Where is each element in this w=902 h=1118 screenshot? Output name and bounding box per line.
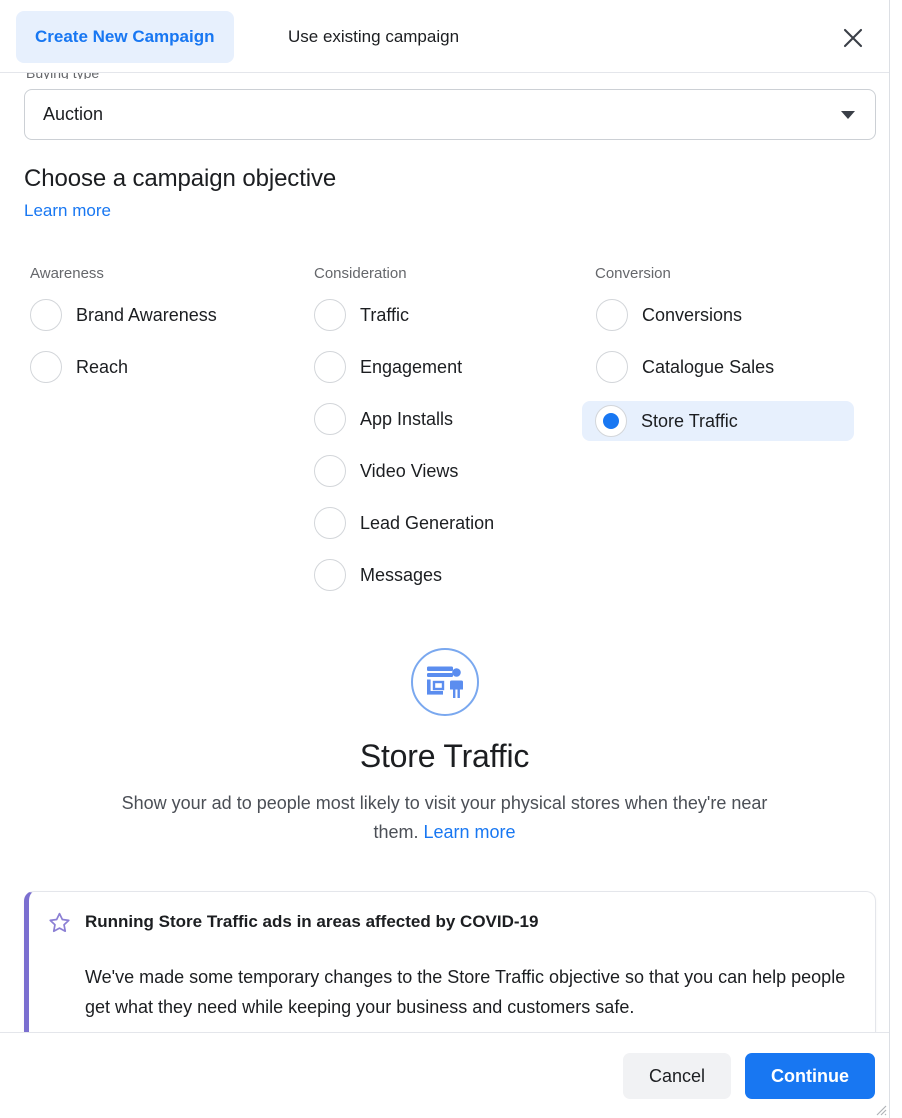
radio-icon	[314, 455, 346, 487]
objective-option-traffic[interactable]: Traffic	[314, 297, 568, 333]
radio-icon	[596, 351, 628, 383]
objective-option-label: Brand Awareness	[76, 304, 217, 325]
objective-option-label: Video Views	[360, 460, 459, 481]
objective-option-lead-generation[interactable]: Lead Generation	[314, 505, 568, 541]
dialog-body: Buying type Auction Choose a campaign ob…	[0, 73, 889, 1032]
objective-option-reach[interactable]: Reach	[30, 349, 284, 385]
close-icon	[843, 28, 863, 48]
objective-preview: Store Traffic Show your ad to people mos…	[0, 648, 889, 847]
create-campaign-dialog: Create New Campaign Use existing campaig…	[0, 0, 890, 1118]
radio-icon	[314, 507, 346, 539]
objective-option-brand-awareness[interactable]: Brand Awareness	[30, 297, 284, 333]
close-button[interactable]	[833, 18, 873, 58]
objective-option-label: Messages	[360, 564, 443, 585]
objective-option-label: Lead Generation	[360, 512, 495, 533]
radio-icon	[596, 299, 628, 331]
objective-learn-more-link[interactable]: Learn more	[24, 201, 111, 221]
covid-notice-title: Running Store Traffic ads in areas affec…	[85, 912, 539, 931]
preview-title: Store Traffic	[359, 738, 530, 774]
objective-column-conversion: Conversion Conversions Catalogue Sales S…	[568, 265, 868, 609]
objective-option-label: Traffic	[360, 304, 410, 325]
column-heading-consideration: Consideration	[314, 265, 407, 282]
objective-option-engagement[interactable]: Engagement	[314, 349, 568, 385]
objective-option-video-views[interactable]: Video Views	[314, 453, 568, 489]
objective-option-store-traffic[interactable]: Store Traffic	[582, 401, 854, 441]
continue-button[interactable]: Continue	[745, 1053, 875, 1099]
objective-option-label: App Installs	[360, 408, 454, 429]
objective-option-messages[interactable]: Messages	[314, 557, 568, 593]
radio-icon	[314, 559, 346, 591]
page-title: Choose a campaign objective	[24, 165, 337, 192]
storefront-person-icon	[426, 666, 463, 698]
tab-create-new-campaign[interactable]: Create New Campaign	[16, 11, 234, 63]
covid-notice-card: Running Store Traffic ads in areas affec…	[24, 891, 876, 1032]
resize-handle-icon[interactable]	[875, 1104, 887, 1116]
radio-icon	[314, 299, 346, 331]
buying-type-label: Buying type	[26, 73, 99, 79]
radio-icon-selected	[595, 405, 627, 437]
preview-description: Show your ad to people most likely to vi…	[115, 789, 775, 847]
objective-columns: Awareness Brand Awareness Reach Consider…	[0, 265, 889, 609]
radio-icon	[30, 351, 62, 383]
radio-icon	[30, 299, 62, 331]
objective-column-consideration: Consideration Traffic Engagement App Ins…	[284, 265, 568, 609]
radio-icon	[314, 403, 346, 435]
column-heading-conversion: Conversion	[595, 265, 671, 282]
screenshot-root: Create New Campaign Use existing campaig…	[0, 0, 902, 1118]
chevron-down-icon	[841, 111, 855, 119]
covid-notice-body: We've made some temporary changes to the…	[85, 967, 846, 1017]
preview-learn-more-link[interactable]: Learn more	[423, 822, 515, 842]
star-outline-icon-wrap	[47, 911, 73, 940]
buying-type-value: Auction	[43, 104, 104, 124]
objective-option-catalogue-sales[interactable]: Catalogue Sales	[582, 349, 868, 385]
storefront-person-icon-circle	[410, 648, 479, 716]
radio-icon	[314, 351, 346, 383]
covid-notice-header: Running Store Traffic ads in areas affec…	[47, 910, 853, 940]
objective-option-conversions[interactable]: Conversions	[582, 297, 868, 333]
objective-option-label: Conversions	[642, 304, 743, 325]
dialog-outside-area	[890, 0, 902, 1118]
objective-option-label: Reach	[76, 356, 129, 377]
dialog-footer: Cancel Continue	[0, 1032, 889, 1118]
objective-option-app-installs[interactable]: App Installs	[314, 401, 568, 437]
cancel-button[interactable]: Cancel	[623, 1053, 731, 1099]
objective-option-label: Store Traffic	[641, 410, 738, 431]
objective-option-label: Engagement	[360, 356, 463, 377]
star-outline-icon	[49, 912, 70, 933]
dialog-tabbar: Create New Campaign Use existing campaig…	[0, 0, 889, 73]
objective-option-label: Catalogue Sales	[642, 356, 775, 377]
buying-type-select[interactable]: Auction	[24, 89, 876, 140]
objective-column-awareness: Awareness Brand Awareness Reach	[0, 265, 284, 609]
column-heading-awareness: Awareness	[30, 265, 104, 282]
tab-use-existing-campaign[interactable]: Use existing campaign	[270, 11, 477, 63]
